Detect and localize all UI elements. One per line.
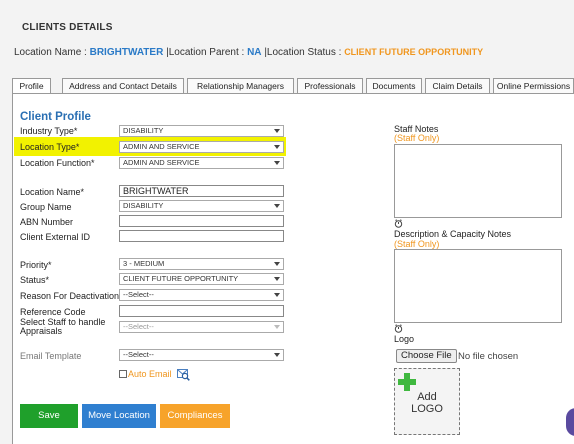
auto-email-checkbox[interactable] (119, 370, 127, 378)
abn-number-input[interactable] (119, 215, 284, 227)
status-select[interactable]: CLIENT FUTURE OPPORTUNITY (119, 273, 284, 285)
select-staff-select[interactable]: --Select-- (119, 321, 284, 333)
staff-notes-sub: (Staff Only) (394, 133, 440, 143)
email-preview-icon[interactable] (177, 368, 190, 381)
chevron-down-icon (274, 353, 280, 357)
select-staff-label-line2: Appraisals (20, 326, 63, 336)
chevron-down-icon (274, 325, 280, 329)
location-parent-value: NA (247, 47, 262, 58)
abn-number-label: ABN Number (20, 217, 74, 227)
clock-icon[interactable] (394, 219, 403, 228)
tab-relationship-managers[interactable]: Relationship Managers (187, 78, 294, 94)
status-value: CLIENT FUTURE OPPORTUNITY (123, 274, 239, 283)
industry-type-value: DISABILITY (123, 126, 164, 135)
tab-online-permissions[interactable]: Online Permissions (493, 78, 574, 94)
chevron-down-icon (274, 262, 280, 266)
chevron-down-icon (274, 161, 280, 165)
location-name-value: BRIGHTWATER (89, 47, 164, 58)
logo-label: Logo (394, 334, 415, 344)
location-parent-label: |Location Parent : (166, 47, 245, 58)
group-name-value: DISABILITY (123, 201, 164, 210)
page-title: CLIENTS DETAILS (22, 22, 113, 33)
move-location-button[interactable]: Move Location (82, 404, 156, 428)
reference-code-label: Reference Code (20, 307, 86, 317)
save-button[interactable]: Save (20, 404, 78, 428)
page-header: CLIENTS DETAILS Location Name : BRIGHTWA… (0, 0, 574, 68)
location-name-input[interactable]: BRIGHTWATER (119, 185, 284, 197)
chat-widget-button[interactable] (566, 408, 574, 436)
add-logo-line1: Add (417, 391, 437, 403)
priority-value: 3 - MEDIUM (123, 259, 165, 268)
location-function-label: Location Function* (20, 158, 95, 168)
location-status-label: |Location Status : (264, 47, 342, 58)
chevron-down-icon (274, 129, 280, 133)
chevron-down-icon (274, 204, 280, 208)
status-label: Status* (20, 275, 50, 285)
tab-claim-details[interactable]: Claim Details (425, 78, 490, 94)
group-name-label: Group Name (20, 202, 72, 212)
client-external-id-input[interactable] (119, 230, 284, 242)
auto-email: Auto Email (119, 369, 172, 379)
reference-code-input[interactable] (119, 305, 284, 317)
description-capacity-sub: (Staff Only) (394, 239, 440, 249)
group-name-select[interactable]: DISABILITY (119, 200, 284, 212)
email-template-select[interactable]: --Select-- (119, 349, 284, 361)
chevron-down-icon (274, 293, 280, 297)
select-staff-value: --Select-- (123, 322, 154, 331)
priority-select[interactable]: 3 - MEDIUM (119, 258, 284, 270)
location-summary: Location Name : BRIGHTWATER |Location Pa… (14, 47, 483, 58)
location-function-select[interactable]: ADMIN AND SERVICE (119, 157, 284, 169)
tab-professionals[interactable]: Professionals (297, 78, 363, 94)
description-capacity-textarea[interactable] (394, 249, 562, 323)
reason-for-deactivation-select[interactable]: --Select-- (119, 289, 284, 301)
location-type-select[interactable]: ADMIN AND SERVICE (119, 141, 284, 153)
add-logo-text: Add LOGO (395, 391, 459, 415)
staff-notes-textarea[interactable] (394, 144, 562, 218)
clock-icon[interactable] (394, 324, 403, 333)
add-logo-box[interactable]: Add LOGO (394, 368, 460, 435)
no-file-chosen-text: No file chosen (458, 351, 519, 362)
client-external-id-label: Client External ID (20, 232, 91, 242)
email-template-label: Email Template (20, 351, 82, 361)
add-logo-line2: LOGO (411, 403, 443, 415)
location-type-label: Location Type* (20, 142, 80, 152)
reason-for-deactivation-value: --Select-- (123, 290, 154, 299)
client-profile-heading: Client Profile (20, 111, 91, 123)
tab-profile[interactable]: Profile (12, 78, 51, 94)
description-capacity-label: Description & Capacity Notes (394, 229, 512, 239)
compliances-button[interactable]: Compliances (160, 404, 230, 428)
location-type-value: ADMIN AND SERVICE (123, 142, 200, 151)
email-template-value: --Select-- (123, 350, 154, 359)
reason-for-deactivation-label: Reason For Deactivation (20, 291, 120, 301)
chevron-down-icon (274, 145, 280, 149)
location-status-value: CLIENT FUTURE OPPORTUNITY (344, 47, 484, 57)
tab-address-contact[interactable]: Address and Contact Details (62, 78, 184, 94)
plus-icon (398, 373, 416, 391)
priority-label: Priority* (20, 260, 52, 270)
auto-email-label: Auto Email (128, 369, 172, 379)
location-name-label: Location Name : (14, 47, 87, 58)
industry-type-select[interactable]: DISABILITY (119, 125, 284, 137)
select-staff-label: Select Staff to handle Appraisals (20, 318, 105, 336)
tab-documents[interactable]: Documents (366, 78, 422, 94)
location-function-value: ADMIN AND SERVICE (123, 158, 200, 167)
chevron-down-icon (274, 277, 280, 281)
choose-file-button[interactable]: Choose File (396, 349, 457, 363)
location-name-label: Location Name* (20, 187, 85, 197)
industry-type-label: Industry Type* (20, 126, 78, 136)
